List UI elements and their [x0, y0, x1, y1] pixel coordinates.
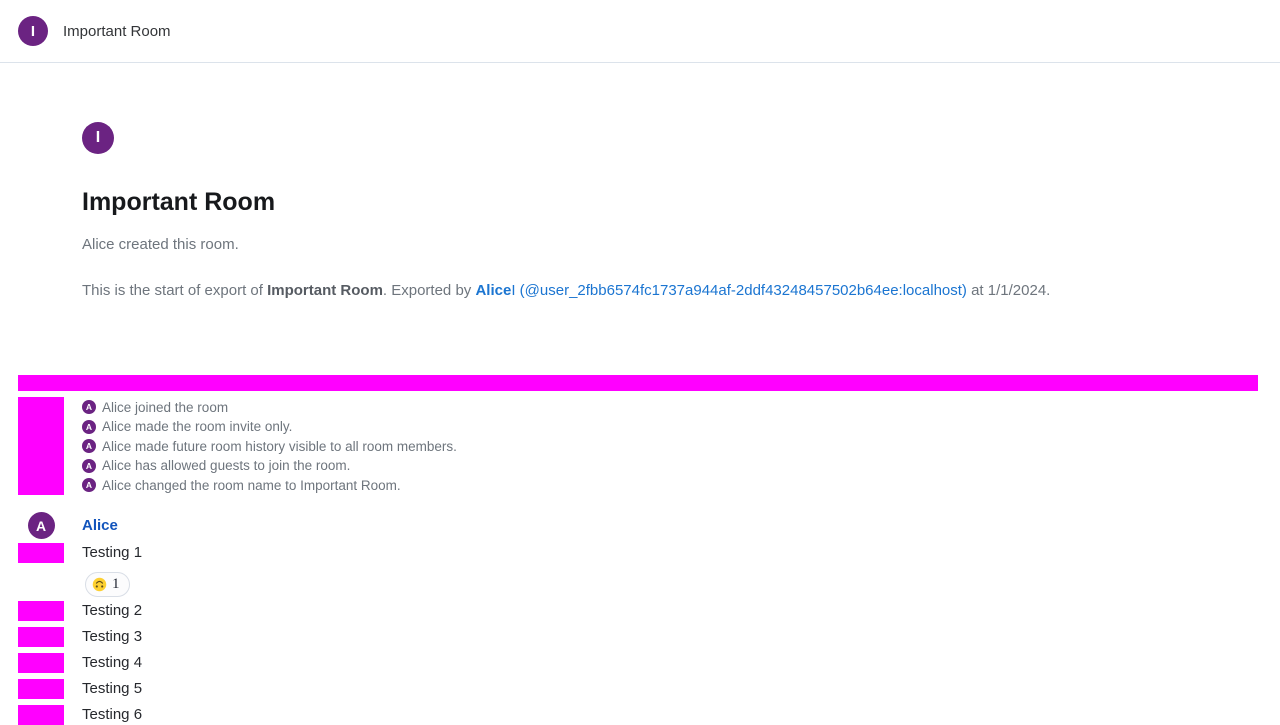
state-event-text: Alice made future room history visible t… [102, 439, 457, 454]
export-prefix: This is the start of export of [82, 282, 267, 299]
export-middle: . Exported by [383, 282, 476, 299]
exporter-link[interactable]: AliceI (@user_2fbb6574fc1737a944af-2ddf4… [475, 282, 966, 299]
export-room-name: Important Room [267, 282, 383, 299]
member-avatar-letter: A [86, 461, 92, 471]
sender-avatar-letter: A [36, 518, 46, 534]
date-separator-bar [18, 375, 1258, 391]
timestamp-block [18, 543, 64, 563]
member-avatar: A [82, 478, 96, 492]
timestamp-block [18, 679, 64, 699]
message-row: Testing 2 [18, 601, 1280, 621]
state-event-group: A Alice joined the room A Alice made the… [18, 397, 1280, 495]
message-row: Testing 3 [18, 627, 1280, 647]
message-text: Testing 3 [82, 627, 142, 647]
member-avatar: A [82, 400, 96, 414]
timeline: A Alice joined the room A Alice made the… [0, 375, 1280, 725]
state-event: A Alice changed the room name to Importa… [82, 476, 457, 494]
message-text: Testing 5 [82, 679, 142, 699]
message-text: Testing 1 [82, 543, 142, 563]
reaction-button[interactable]: 1 [85, 572, 130, 597]
summary-room-avatar: I [82, 122, 114, 154]
state-event: A Alice made the room invite only. [82, 418, 457, 436]
message-row: Testing 5 [18, 679, 1280, 699]
member-avatar-letter: A [86, 402, 92, 412]
room-topic: Alice created this room. [82, 236, 1280, 254]
state-event-text: Alice has allowed guests to join the roo… [102, 458, 350, 473]
exporter-user-id: I (@user_2fbb6574fc1737a944af-2ddf432484… [511, 282, 967, 299]
reaction-row: 1 [18, 572, 1280, 597]
timestamp-block [18, 627, 64, 647]
state-event-text: Alice joined the room [102, 400, 228, 415]
room-summary: I Important Room Alice created this room… [82, 63, 1280, 300]
summary-avatar-letter: I [96, 129, 100, 147]
state-event: A Alice joined the room [82, 398, 457, 416]
state-event-text: Alice changed the room name to Important… [102, 478, 401, 493]
room-avatar: I [18, 16, 48, 46]
room-title: Important Room [63, 23, 171, 40]
export-notice: This is the start of export of Important… [82, 281, 1280, 300]
exporter-name: Alice [475, 282, 511, 299]
state-event-text: Alice made the room invite only. [102, 419, 292, 434]
message-group-header: A Alice [18, 512, 1280, 539]
sender-avatar: A [28, 512, 55, 539]
timestamp-block [18, 705, 64, 725]
timestamp-block [18, 601, 64, 621]
member-avatar: A [82, 459, 96, 473]
message-text: Testing 6 [82, 705, 142, 725]
member-avatar: A [82, 439, 96, 453]
member-avatar: A [82, 420, 96, 434]
message-text: Testing 2 [82, 601, 142, 621]
member-avatar-letter: A [86, 422, 92, 432]
export-date: at 1/1/2024. [967, 282, 1050, 299]
timestamp-block [18, 397, 64, 495]
upside-down-face-icon [92, 577, 107, 592]
state-event: A Alice made future room history visible… [82, 437, 457, 455]
reaction-count: 1 [112, 576, 120, 593]
state-event: A Alice has allowed guests to join the r… [82, 457, 457, 475]
message-row: Testing 6 [18, 705, 1280, 725]
member-avatar-letter: A [86, 441, 92, 451]
member-avatar-letter: A [86, 480, 92, 490]
message-text: Testing 4 [82, 653, 142, 673]
message-row: Testing 4 [18, 653, 1280, 673]
message-row: Testing 1 [18, 543, 1280, 563]
room-avatar-letter: I [31, 23, 35, 40]
timestamp-block [18, 653, 64, 673]
room-header: I Important Room [0, 0, 1280, 63]
sender-name: Alice [82, 512, 118, 539]
summary-room-name: Important Room [82, 188, 1280, 217]
state-event-list: A Alice joined the room A Alice made the… [82, 397, 457, 495]
